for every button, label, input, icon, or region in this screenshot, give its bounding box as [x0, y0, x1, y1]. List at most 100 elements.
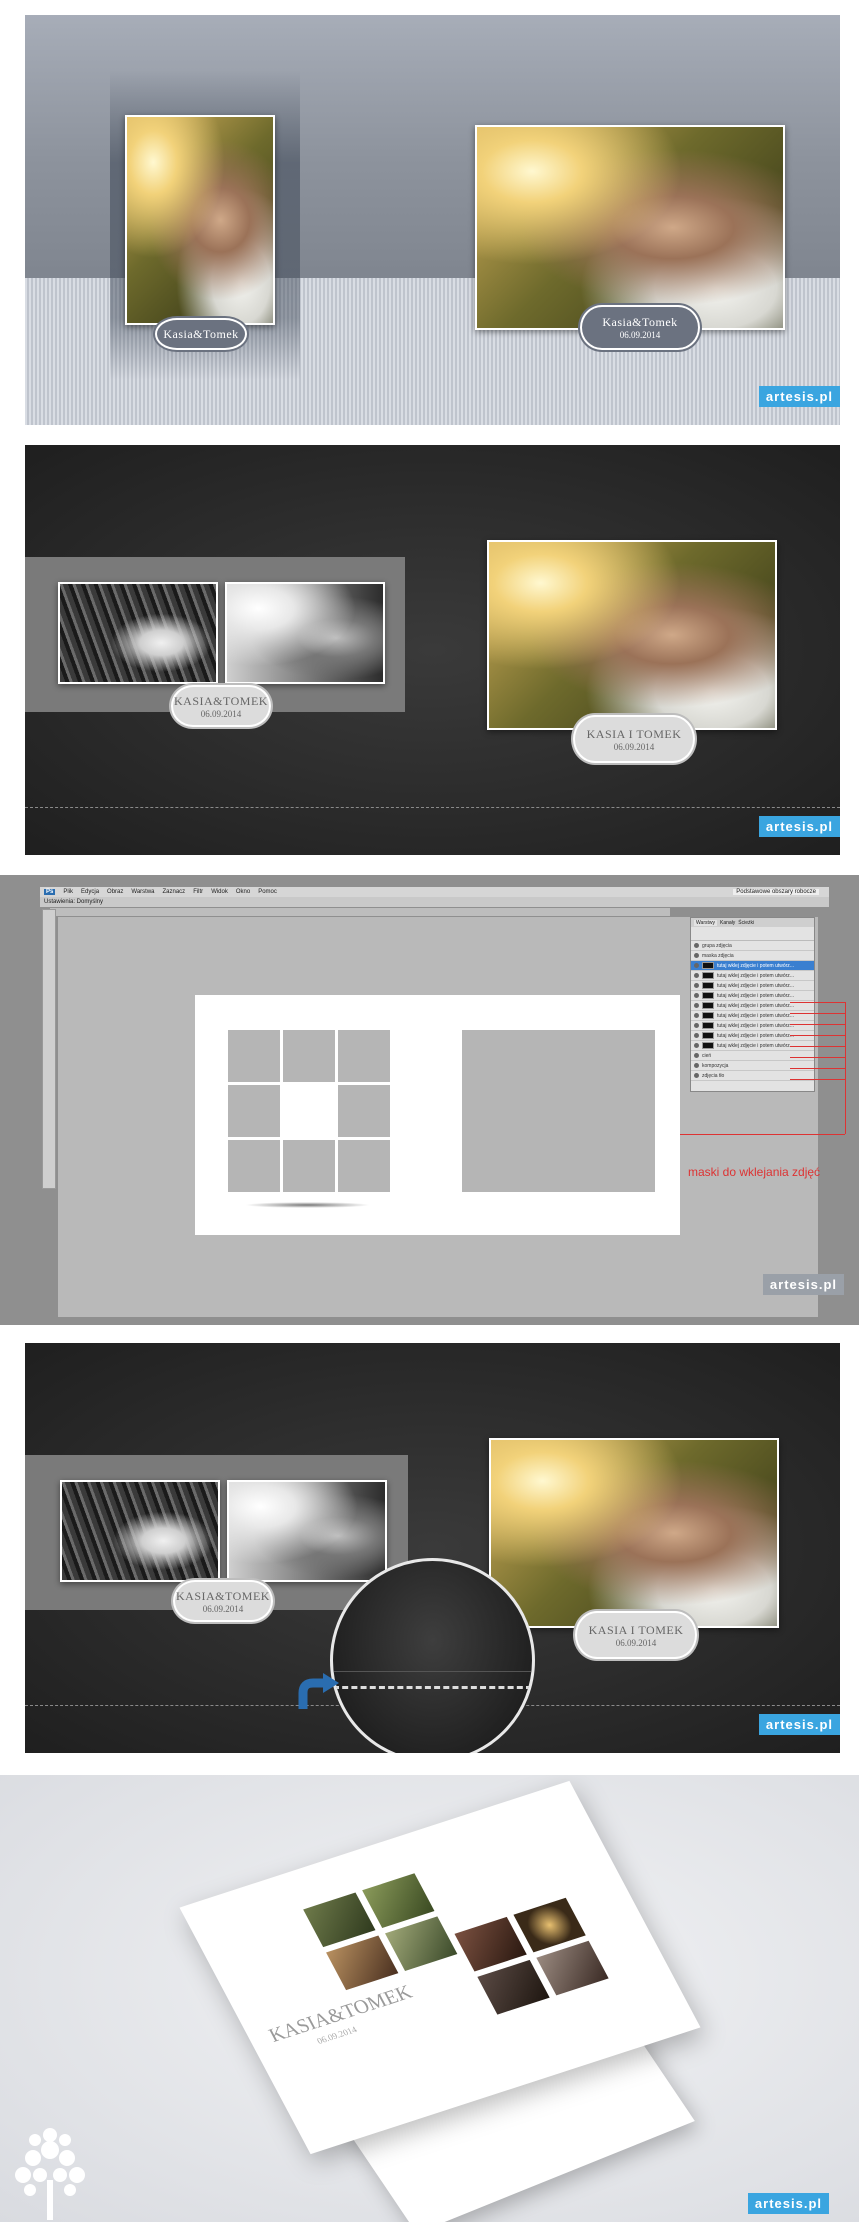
eye-icon[interactable]: [694, 993, 699, 998]
layers-tabs: Warstwy Kanały Ścieżki: [691, 918, 814, 927]
eye-icon[interactable]: [694, 1053, 699, 1058]
watermark-badge: artesis.pl: [747, 2193, 829, 2214]
tree-logo-icon: [5, 2120, 95, 2220]
options-bar: Ustawienia: Domyślny: [40, 897, 829, 907]
photo-mask-5: [338, 1085, 390, 1137]
annotation-line: [790, 1035, 845, 1036]
tab-paths[interactable]: Ścieżki: [738, 920, 754, 926]
layer-row[interactable]: tutaj wklej zdjęcie i potem utwórz...: [691, 971, 814, 981]
left-plaque-name: KASIA&TOMEK: [174, 693, 268, 708]
bw-photo-right: [225, 582, 385, 684]
panel-album-spread-detail: KASIA&TOMEK 06.09.2014 KASIA I TOMEK 06.…: [25, 1343, 840, 1753]
layer-row-selected[interactable]: tutaj wklej zdjęcie i potem utwórz...: [691, 961, 814, 971]
right-name-plaque: KASIA I TOMEK 06.09.2014: [575, 1611, 697, 1659]
left-portrait-photo: [125, 115, 275, 325]
arrow-icon: [295, 1673, 343, 1713]
options-preset[interactable]: Ustawienia: Domyślny: [44, 899, 103, 905]
right-landscape-photo: [489, 1438, 779, 1628]
right-plaque-name: KASIA I TOMEK: [588, 1622, 684, 1637]
magnifier-circle: [330, 1558, 535, 1753]
eye-icon[interactable]: [694, 1073, 699, 1078]
eye-icon[interactable]: [694, 1063, 699, 1068]
layer-thumb: [702, 982, 714, 989]
left-plaque-date: 06.09.2014: [202, 1603, 244, 1614]
annotation-line: [680, 1134, 845, 1135]
annotation-line: [790, 1046, 845, 1047]
layer-thumb: [702, 1022, 714, 1029]
annotation-line: [790, 1079, 845, 1080]
menu-filter[interactable]: Filtr: [193, 889, 203, 895]
grid-shadow: [245, 1202, 370, 1208]
eye-icon[interactable]: [694, 963, 699, 968]
layer-row[interactable]: tutaj wklej zdjęcie i potem utwórz...: [691, 991, 814, 1001]
left-name-plaque: KASIA&TOMEK 06.09.2014: [171, 685, 271, 727]
photo-mask-4: [228, 1085, 280, 1137]
layer-row[interactable]: maska zdjęcia: [691, 951, 814, 961]
photo-mask-large: [462, 1030, 655, 1192]
left-name-plaque: KASIA&TOMEK 06.09.2014: [173, 1580, 273, 1622]
menu-help[interactable]: Pomoc: [258, 889, 277, 895]
eye-icon[interactable]: [694, 1003, 699, 1008]
tab-layers[interactable]: Warstwy: [694, 919, 717, 926]
panel-album-cover-mockup: KASIA&TOMEK 06.09.2014 artesis.pl: [0, 1775, 859, 2222]
eye-icon[interactable]: [694, 943, 699, 948]
photo-mask-3: [338, 1030, 390, 1082]
cover-photo: [385, 1916, 458, 1971]
annotation-line: [790, 1002, 845, 1003]
layers-panel: Warstwy Kanały Ścieżki grupa zdjęcia mas…: [690, 917, 815, 1092]
layer-row[interactable]: kompozycja: [691, 1061, 814, 1071]
annotation-line: [790, 1068, 845, 1069]
photo-mask-8: [338, 1140, 390, 1192]
eye-icon[interactable]: [694, 1043, 699, 1048]
layer-row[interactable]: cień: [691, 1051, 814, 1061]
panel-photoshop-screenshot: Ps Plik Edycja Obraz Warstwa Zaznacz Fil…: [0, 875, 859, 1325]
tab-channels[interactable]: Kanały: [720, 920, 735, 926]
left-plaque-date: 06.09.2014: [200, 708, 242, 719]
annotation-line: [790, 1057, 845, 1058]
cover-photo: [326, 1935, 399, 1991]
layer-thumb: [702, 972, 714, 979]
eye-icon[interactable]: [694, 953, 699, 958]
photo-mask-2: [283, 1030, 335, 1082]
eye-icon[interactable]: [694, 1033, 699, 1038]
menu-file[interactable]: Plik: [63, 889, 73, 895]
left-plaque-name: Kasia&Tomek: [163, 326, 239, 341]
menu-bar: Ps Plik Edycja Obraz Warstwa Zaznacz Fil…: [40, 887, 829, 897]
eye-icon[interactable]: [694, 1023, 699, 1028]
annotation-bracket: [845, 1002, 846, 1134]
bw-photo-right: [227, 1480, 387, 1582]
ps-logo-icon: Ps: [44, 889, 56, 895]
right-landscape-photo: [475, 125, 785, 330]
bw-photo-left: [60, 1480, 220, 1582]
menu-image[interactable]: Obraz: [107, 889, 123, 895]
menu-view[interactable]: Widok: [211, 889, 228, 895]
watermark-badge: artesis.pl: [758, 386, 840, 407]
layer-row[interactable]: tutaj wklej zdjęcie i potem utwórz...: [691, 1031, 814, 1041]
annotation-text: maski do wklejania zdjęć: [688, 1165, 821, 1179]
right-plaque-date: 06.09.2014: [613, 741, 655, 752]
layer-thumb: [702, 962, 714, 969]
eye-icon[interactable]: [694, 983, 699, 988]
layer-thumb: [702, 1002, 714, 1009]
menu-layer[interactable]: Warstwa: [131, 889, 154, 895]
layer-row[interactable]: tutaj wklej zdjęcie i potem utwórz...: [691, 1021, 814, 1031]
photo-mask-7: [283, 1140, 335, 1192]
stitch-line: [25, 807, 840, 808]
right-name-plaque: Kasia&Tomek 06.09.2014: [580, 305, 700, 350]
right-plaque-date: 06.09.2014: [619, 330, 661, 340]
menu-edit[interactable]: Edycja: [81, 889, 99, 895]
eye-icon[interactable]: [694, 973, 699, 978]
layer-row[interactable]: tutaj wklej zdjęcie i potem utwórz...: [691, 981, 814, 991]
left-name-plaque: Kasia&Tomek: [155, 318, 247, 350]
watermark-badge: artesis.pl: [762, 1274, 844, 1295]
menu-select[interactable]: Zaznacz: [163, 889, 186, 895]
photo-mask-1: [228, 1030, 280, 1082]
cover-photo: [477, 1959, 550, 2015]
workspace-label[interactable]: Podstawowe obszary robocze: [733, 889, 819, 895]
layer-thumb: [702, 1042, 714, 1049]
left-plaque-name: KASIA&TOMEK: [176, 1588, 270, 1603]
right-landscape-photo: [487, 540, 777, 730]
layer-row[interactable]: grupa zdjęcia: [691, 941, 814, 951]
eye-icon[interactable]: [694, 1013, 699, 1018]
menu-window[interactable]: Okno: [236, 889, 250, 895]
